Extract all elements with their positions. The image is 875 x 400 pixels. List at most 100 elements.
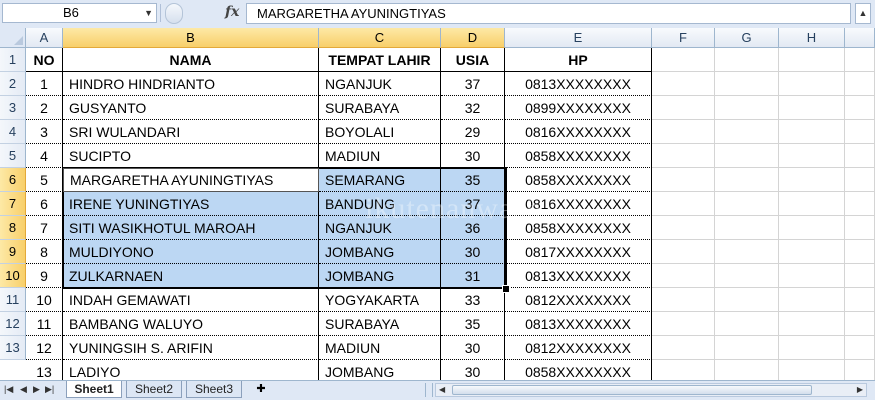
scroll-left-icon[interactable]: ◀ <box>439 384 445 396</box>
row-header-11[interactable]: 11 <box>0 288 26 312</box>
name-box[interactable]: B6 ▼ <box>2 3 157 23</box>
table-cell[interactable] <box>715 72 779 96</box>
row-header-2[interactable]: 2 <box>0 72 26 96</box>
table-cell[interactable]: 12 <box>26 336 63 360</box>
row-header-13[interactable]: 13 <box>0 336 26 360</box>
table-cell[interactable] <box>845 96 875 120</box>
table-cell[interactable]: 33 <box>441 288 505 312</box>
table-cell[interactable] <box>845 168 875 192</box>
table-header-cell[interactable]: NO <box>26 48 63 72</box>
table-cell[interactable]: YUNINGSIH S. ARIFIN <box>63 336 319 360</box>
table-cell[interactable]: MADIUN <box>319 144 441 168</box>
table-cell[interactable] <box>652 336 715 360</box>
table-cell[interactable] <box>652 168 715 192</box>
tab-sheet2[interactable]: Sheet2 <box>126 381 182 398</box>
row-header-6[interactable]: 6 <box>0 168 26 192</box>
table-cell[interactable] <box>779 312 845 336</box>
formula-bar-resize-handle[interactable] <box>165 3 183 24</box>
table-cell[interactable]: GUSYANTO <box>63 96 319 120</box>
table-cell[interactable]: 8 <box>26 240 63 264</box>
table-cell[interactable]: 30 <box>441 336 505 360</box>
table-header-cell[interactable] <box>779 48 845 72</box>
table-cell[interactable] <box>715 216 779 240</box>
table-header-cell[interactable] <box>652 48 715 72</box>
table-cell[interactable] <box>652 216 715 240</box>
table-cell[interactable]: 36 <box>441 216 505 240</box>
table-cell[interactable] <box>652 240 715 264</box>
table-cell[interactable] <box>779 216 845 240</box>
table-cell[interactable] <box>779 120 845 144</box>
prev-sheet-icon[interactable]: ◀ <box>20 384 27 395</box>
table-cell[interactable]: 0858XXXXXXXX <box>505 168 652 192</box>
table-cell[interactable] <box>779 96 845 120</box>
first-sheet-icon[interactable]: |◀ <box>4 384 13 395</box>
table-cell[interactable] <box>715 240 779 264</box>
table-cell[interactable]: 1 <box>26 72 63 96</box>
table-cell[interactable]: 11 <box>26 312 63 336</box>
table-cell[interactable] <box>779 72 845 96</box>
table-cell[interactable] <box>845 240 875 264</box>
table-cell[interactable] <box>845 216 875 240</box>
tab-sheet1[interactable]: Sheet1 <box>66 381 122 398</box>
column-header-g[interactable]: G <box>715 28 779 48</box>
table-cell[interactable]: SRI WULANDARI <box>63 120 319 144</box>
table-header-cell[interactable]: NAMA <box>63 48 319 72</box>
table-cell[interactable]: 0813XXXXXXXX <box>505 312 652 336</box>
table-cell[interactable]: SURABAYA <box>319 96 441 120</box>
table-cell[interactable]: 3 <box>26 120 63 144</box>
table-cell[interactable]: SITI WASIKHOTUL MAROAH <box>63 216 319 240</box>
table-cell[interactable] <box>652 72 715 96</box>
fill-handle[interactable] <box>502 285 510 293</box>
table-cell[interactable] <box>845 312 875 336</box>
table-cell[interactable]: NGANJUK <box>319 216 441 240</box>
table-cell[interactable] <box>652 96 715 120</box>
select-all-button[interactable] <box>0 28 26 48</box>
table-header-cell[interactable]: TEMPAT LAHIR <box>319 48 441 72</box>
row-header-1[interactable]: 1 <box>0 48 26 72</box>
table-cell[interactable] <box>715 120 779 144</box>
table-cell[interactable] <box>652 144 715 168</box>
formula-input[interactable]: MARGARETHA AYUNINGTIYAS <box>246 3 851 24</box>
expand-formula-bar-icon[interactable]: ▲ <box>855 3 871 24</box>
table-cell[interactable]: 31 <box>441 264 505 288</box>
table-cell[interactable] <box>845 48 875 72</box>
table-cell[interactable]: 0899XXXXXXXX <box>505 96 652 120</box>
row-header-3[interactable]: 3 <box>0 96 26 120</box>
table-cell[interactable] <box>715 96 779 120</box>
row-header-5[interactable]: 5 <box>0 144 26 168</box>
table-cell[interactable]: SUCIPTO <box>63 144 319 168</box>
table-cell[interactable]: NGANJUK <box>319 72 441 96</box>
table-cell[interactable] <box>845 144 875 168</box>
table-cell[interactable]: 7 <box>26 216 63 240</box>
table-cell[interactable] <box>845 336 875 360</box>
table-cell[interactable]: SURABAYA <box>319 312 441 336</box>
column-header-i[interactable] <box>845 28 875 48</box>
table-cell[interactable]: BAMBANG WALUYO <box>63 312 319 336</box>
column-header-e[interactable]: E <box>505 28 652 48</box>
table-cell[interactable]: HINDRO HINDRIANTO <box>63 72 319 96</box>
column-header-d[interactable]: D <box>441 28 505 48</box>
table-cell[interactable] <box>779 336 845 360</box>
column-header-h[interactable]: H <box>779 28 845 48</box>
table-cell[interactable]: 5 <box>26 168 63 192</box>
horizontal-scrollbar[interactable]: ◀ ▶ <box>435 383 867 397</box>
table-cell[interactable] <box>845 264 875 288</box>
table-cell[interactable] <box>845 72 875 96</box>
scrollbar-thumb[interactable] <box>452 385 812 395</box>
table-cell[interactable]: BANDUNG <box>319 192 441 216</box>
table-cell[interactable] <box>652 120 715 144</box>
table-cell[interactable]: 37 <box>441 192 505 216</box>
table-header-cell[interactable] <box>715 48 779 72</box>
table-cell[interactable]: JOMBANG <box>319 240 441 264</box>
table-cell[interactable]: ZULKARNAEN <box>63 264 319 288</box>
table-cell[interactable]: INDAH GEMAWATI <box>63 288 319 312</box>
column-header-b[interactable]: B <box>63 28 319 48</box>
table-header-cell[interactable]: USIA <box>441 48 505 72</box>
row-header-8[interactable]: 8 <box>0 216 26 240</box>
tab-sheet3[interactable]: Sheet3 <box>186 381 242 398</box>
table-cell[interactable]: 6 <box>26 192 63 216</box>
table-cell[interactable] <box>779 192 845 216</box>
table-cell[interactable]: 37 <box>441 72 505 96</box>
table-cell[interactable] <box>845 288 875 312</box>
table-cell[interactable]: 0816XXXXXXXX <box>505 120 652 144</box>
